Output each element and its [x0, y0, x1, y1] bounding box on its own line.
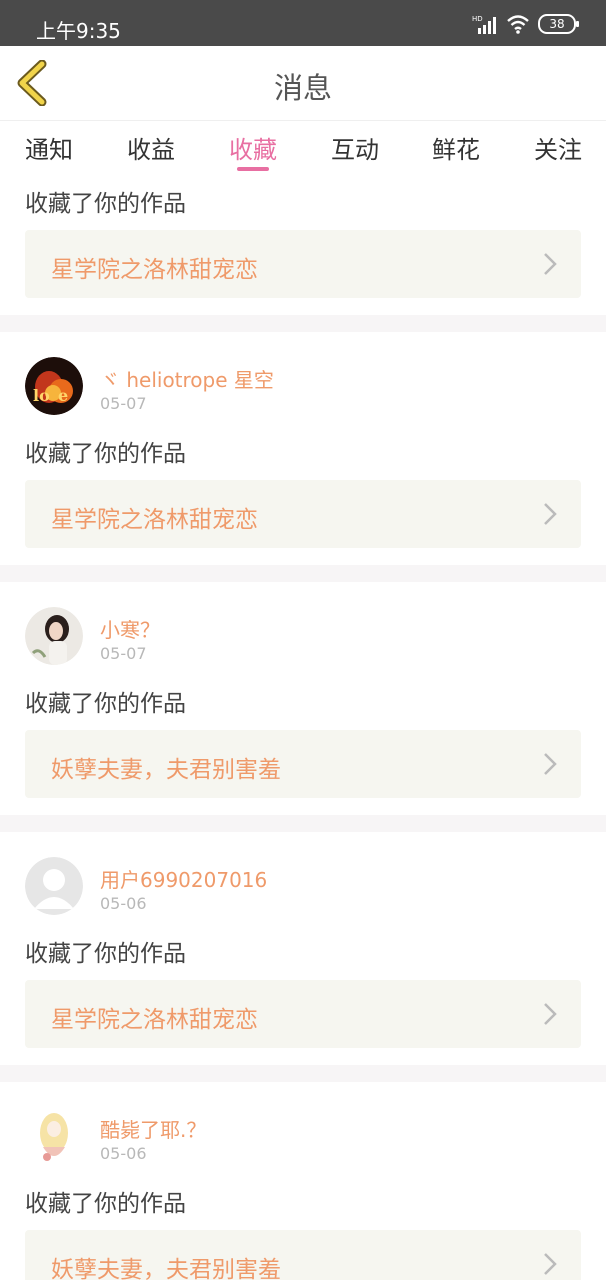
date: 05-07 [100, 644, 147, 663]
status-bar: 上午9:35 HD 38 [0, 0, 606, 46]
chevron-right-icon [544, 753, 557, 775]
list-item: 小寒？ 05-07 收藏了你的作品 妖孽夫妻，夫君别害羞 [0, 582, 606, 815]
chevron-right-icon [544, 1253, 557, 1275]
tab-favorites[interactable]: 收藏 [229, 130, 277, 165]
tab-interaction[interactable]: 互动 [331, 130, 379, 165]
username[interactable]: ヾ heliotrope 星空 [100, 364, 274, 393]
work-title: 星学院之洛林甜宠恋 [51, 1007, 258, 1033]
fire-love-avatar[interactable]: lo e [25, 357, 83, 415]
date: 05-06 [100, 894, 147, 913]
divider [0, 315, 606, 332]
status-icons: HD 38 [472, 13, 579, 35]
svg-text:lo: lo [33, 386, 50, 405]
work-link[interactable]: 星学院之洛林甜宠恋 [25, 230, 581, 298]
date: 05-06 [100, 1144, 147, 1163]
date: 05-07 [100, 394, 147, 413]
username[interactable]: 用户6990207016 [100, 864, 267, 893]
list-item: 收藏了你的作品 星学院之洛林甜宠恋 [0, 173, 606, 315]
divider [0, 1065, 606, 1082]
work-title: 星学院之洛林甜宠恋 [51, 507, 258, 533]
wifi-icon [507, 15, 529, 34]
tab-earnings[interactable]: 收益 [127, 130, 175, 165]
chevron-right-icon [544, 503, 557, 525]
action-text: 收藏了你的作品 [25, 1191, 186, 1217]
girl-photo-avatar[interactable] [25, 607, 83, 665]
work-link[interactable]: 妖孽夫妻，夫君别害羞 [25, 730, 581, 798]
divider [0, 565, 606, 582]
chevron-right-icon [544, 1003, 557, 1025]
active-tab-indicator [237, 167, 269, 171]
tab-follow[interactable]: 关注 [534, 130, 582, 165]
work-link[interactable]: 星学院之洛林甜宠恋 [25, 980, 581, 1048]
list-item: 用户6990207016 05-06 收藏了你的作品 星学院之洛林甜宠恋 [0, 832, 606, 1065]
default-user-avatar[interactable] [25, 857, 83, 915]
work-link[interactable]: 妖孽夫妻，夫君别害羞 [25, 1230, 581, 1280]
tab-bar: 通知 收益 收藏 互动 鲜花 关注 [0, 121, 606, 173]
divider [0, 815, 606, 832]
work-title: 妖孽夫妻，夫君别害羞 [51, 1257, 281, 1280]
username[interactable]: 小寒？ [100, 614, 160, 643]
anime-girl-avatar[interactable] [25, 1107, 83, 1165]
action-text: 收藏了你的作品 [25, 191, 186, 217]
username[interactable]: 酷毙了耶.？ [100, 1114, 206, 1143]
svg-text:e: e [58, 386, 68, 405]
work-link[interactable]: 星学院之洛林甜宠恋 [25, 480, 581, 548]
svg-text:HD: HD [472, 15, 483, 23]
work-title: 妖孽夫妻，夫君别害羞 [51, 757, 281, 783]
action-text: 收藏了你的作品 [25, 691, 186, 717]
message-list: 收藏了你的作品 星学院之洛林甜宠恋 lo e ヾ heliotrope 星空 0… [0, 173, 606, 1280]
action-text: 收藏了你的作品 [25, 941, 186, 967]
list-item: 酷毙了耶.？ 05-06 收藏了你的作品 妖孽夫妻，夫君别害羞 [0, 1082, 606, 1280]
tab-notify[interactable]: 通知 [25, 130, 73, 165]
status-time: 上午9:35 [36, 19, 121, 43]
action-text: 收藏了你的作品 [25, 441, 186, 467]
signal-icon: HD [472, 15, 496, 34]
list-item: lo e ヾ heliotrope 星空 05-07 收藏了你的作品 星学院之洛… [0, 332, 606, 565]
battery-level: 38 [549, 17, 565, 31]
nav-bar: 消息 [0, 46, 606, 121]
page-title: 消息 [273, 71, 332, 105]
battery-icon: 38 [538, 14, 579, 34]
tab-flowers[interactable]: 鲜花 [432, 130, 480, 165]
chevron-right-icon [544, 253, 557, 275]
work-title: 星学院之洛林甜宠恋 [51, 257, 258, 283]
